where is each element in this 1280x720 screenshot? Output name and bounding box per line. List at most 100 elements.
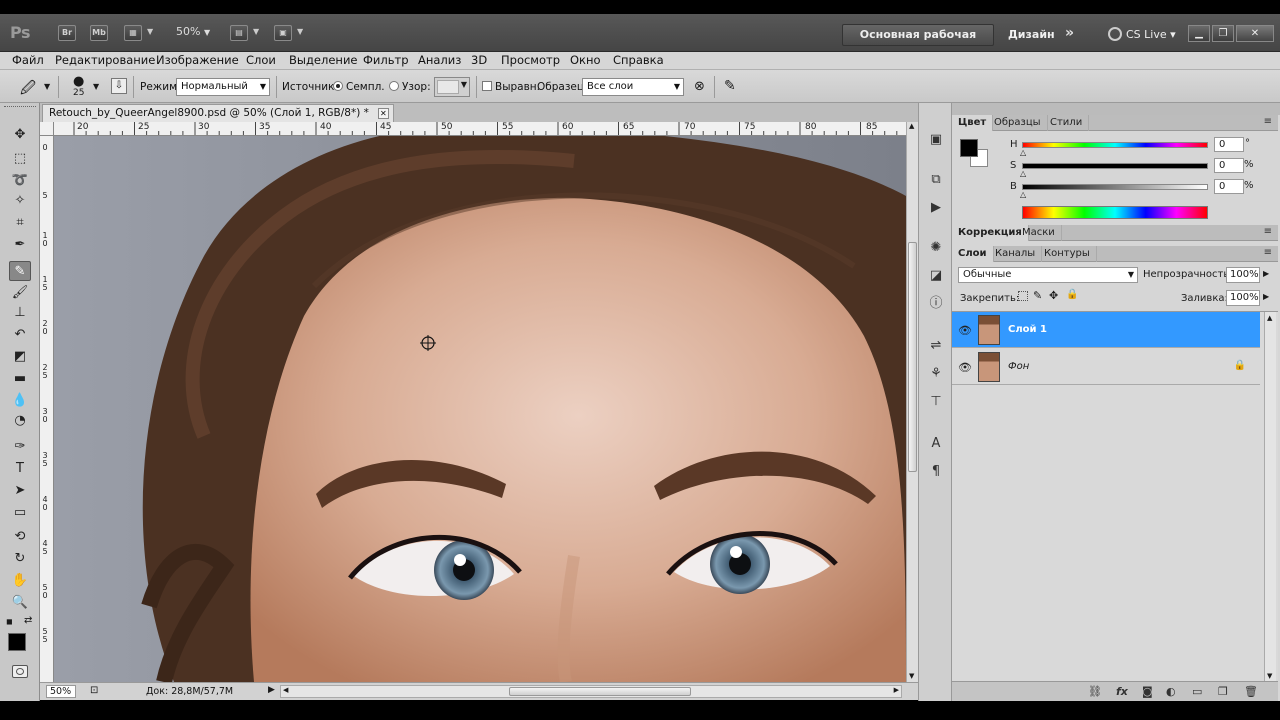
opacity-slider-arrow-icon[interactable]: ▶: [1263, 269, 1269, 278]
blend-mode-select[interactable]: Обычные ▼: [958, 267, 1138, 283]
workspace-essentials-button[interactable]: Основная рабочая среда: [842, 24, 994, 61]
chevron-down-icon[interactable]: ▼: [44, 82, 50, 91]
pressure-size-icon[interactable]: ✎: [724, 78, 736, 94]
launch-bridge-button[interactable]: Br: [58, 25, 76, 41]
actions-icon[interactable]: ▶: [927, 199, 945, 217]
menu-layers[interactable]: Слои: [246, 53, 276, 67]
panel-collapse-strip[interactable]: [952, 103, 1280, 115]
tab-masks[interactable]: Маски: [1016, 225, 1062, 241]
cs-live-button[interactable]: CS Live ▾: [1108, 27, 1176, 41]
character-icon[interactable]: A: [927, 435, 945, 453]
menu-view[interactable]: Просмотр: [501, 53, 560, 67]
foreground-color[interactable]: [960, 139, 978, 157]
lock-all-icon[interactable]: 🔒: [1066, 289, 1078, 300]
menu-analysis[interactable]: Анализ: [418, 53, 461, 67]
chevron-down-icon[interactable]: ▼: [297, 27, 303, 36]
tab-color[interactable]: Цвет: [952, 115, 994, 131]
adjustment-layer-icon[interactable]: ◐: [1166, 685, 1176, 698]
eraser-tool-icon[interactable]: ◩: [9, 347, 31, 367]
delete-layer-icon[interactable]: 🗑: [1244, 685, 1258, 698]
sampled-radio[interactable]: Семпл.: [333, 81, 385, 93]
saturation-slider[interactable]: [1022, 163, 1208, 169]
new-layer-icon[interactable]: ❐: [1218, 685, 1228, 698]
shape-tool-icon[interactable]: ▭: [9, 503, 31, 523]
arrange-documents-button[interactable]: ▤: [230, 25, 248, 41]
eyedropper-tool-icon[interactable]: ✒: [9, 235, 31, 255]
menu-window[interactable]: Окно: [570, 53, 601, 67]
brush-preview-icon[interactable]: ●: [73, 74, 84, 89]
restore-button[interactable]: ❐: [1212, 25, 1234, 42]
quick-mask-icon[interactable]: [12, 665, 28, 678]
link-layers-icon[interactable]: ⛓: [1088, 685, 1102, 698]
fill-input[interactable]: 100%: [1226, 290, 1260, 306]
layer-style-icon[interactable]: fx: [1116, 685, 1128, 698]
3d-rotate-tool-icon[interactable]: ⟲: [9, 527, 31, 547]
clone-source-icon[interactable]: ⇌: [927, 337, 945, 355]
type-tool-icon[interactable]: T: [9, 459, 31, 479]
slider-handle-icon[interactable]: △: [1020, 169, 1026, 178]
document-tab[interactable]: Retouch_by_QueerAngel8900.psd @ 50% (Сло…: [42, 104, 394, 122]
menu-select[interactable]: Выделение: [289, 53, 358, 67]
menu-3d[interactable]: 3D: [471, 53, 487, 67]
path-selection-tool-icon[interactable]: ➤: [9, 481, 31, 501]
hand-tool-icon[interactable]: ✋: [9, 571, 31, 591]
minimize-button[interactable]: ▁: [1188, 25, 1210, 42]
horizontal-scroll-thumb[interactable]: [509, 687, 691, 696]
vertical-ruler[interactable]: 0 5 1 0 1 5 2 0 2 5 3 0 3 5 4 0 4 5 5 0 …: [40, 136, 54, 682]
zoom-field[interactable]: 50%: [46, 685, 76, 698]
workspace-design-button[interactable]: Дизайн: [1008, 28, 1055, 41]
vertical-scrollbar[interactable]: ▲ ▼: [906, 122, 918, 682]
lock-transparency-icon[interactable]: [1018, 291, 1028, 301]
tab-channels[interactable]: Каналы: [989, 246, 1043, 262]
tab-paths[interactable]: Контуры: [1038, 246, 1097, 262]
chevron-down-icon[interactable]: ▼: [93, 82, 99, 91]
tool-presets-icon[interactable]: ⊤: [927, 393, 945, 411]
chevron-down-icon[interactable]: ▼: [147, 27, 153, 36]
menu-filter[interactable]: Фильтр: [363, 53, 409, 67]
fill-slider-arrow-icon[interactable]: ▶: [1263, 292, 1269, 301]
mode-select[interactable]: Нормальный ▼: [176, 78, 270, 96]
healing-brush-tool-icon[interactable]: 🖉: [20, 78, 36, 103]
opacity-input[interactable]: 100%: [1226, 267, 1260, 283]
foreground-color-swatch[interactable]: [8, 633, 26, 651]
close-document-icon[interactable]: ✕: [377, 108, 389, 119]
pattern-radio[interactable]: Узор:: [389, 81, 431, 93]
view-extras-button[interactable]: ▦: [124, 25, 142, 41]
scroll-down-icon[interactable]: ▼: [1267, 672, 1272, 680]
layers-scrollbar[interactable]: ▲ ▼: [1264, 312, 1276, 682]
tab-swatches[interactable]: Образцы: [988, 115, 1048, 131]
gradient-tool-icon[interactable]: ▬: [9, 369, 31, 389]
sample-select[interactable]: Все слои ▼: [582, 78, 684, 96]
default-colors-icon[interactable]: ◼: [6, 617, 13, 626]
clone-source-panel-icon[interactable]: ⇩: [111, 78, 127, 94]
lock-pixels-icon[interactable]: ✎: [1033, 289, 1042, 302]
slider-handle-icon[interactable]: △: [1020, 148, 1026, 157]
menu-file[interactable]: Файл: [12, 53, 44, 67]
eye-icon[interactable]: 👁: [958, 361, 972, 374]
new-group-icon[interactable]: ▭: [1192, 685, 1202, 698]
zoom-level-dropdown[interactable]: 50% ▼: [176, 25, 210, 38]
tab-layers[interactable]: Слои: [952, 246, 994, 262]
lock-position-icon[interactable]: ✥: [1049, 289, 1058, 302]
pattern-picker[interactable]: ▼: [434, 77, 470, 97]
layer-row[interactable]: 👁 Фон 🔒: [952, 349, 1260, 385]
hue-slider[interactable]: [1022, 142, 1208, 148]
mini-bridge-icon[interactable]: ▣: [927, 131, 945, 149]
aligned-checkbox[interactable]: Выравн.: [482, 81, 540, 93]
dodge-tool-icon[interactable]: ◔: [9, 411, 31, 431]
history-icon[interactable]: ⧉: [927, 171, 945, 189]
horizontal-scrollbar[interactable]: ◀ ▶: [280, 685, 902, 698]
clone-stamp-tool-icon[interactable]: ⊥: [9, 303, 31, 323]
zoom-tool-icon[interactable]: 🔍: [9, 593, 31, 613]
healing-brush-tool-icon[interactable]: ✎: [9, 261, 31, 281]
document-info-icon[interactable]: ⊡: [90, 685, 98, 696]
crop-tool-icon[interactable]: ⌗: [9, 213, 31, 233]
color-spectrum-bar[interactable]: [1022, 206, 1208, 219]
move-tool-icon[interactable]: ✥: [9, 125, 31, 145]
scroll-up-icon[interactable]: ▲: [909, 122, 914, 130]
panel-menu-icon[interactable]: ≡: [1264, 226, 1272, 237]
history-brush-tool-icon[interactable]: ↶: [9, 325, 31, 345]
panel-menu-icon[interactable]: ≡: [1264, 247, 1272, 258]
paragraph-icon[interactable]: ¶: [927, 463, 945, 481]
info-icon[interactable]: ⓘ: [927, 295, 945, 313]
